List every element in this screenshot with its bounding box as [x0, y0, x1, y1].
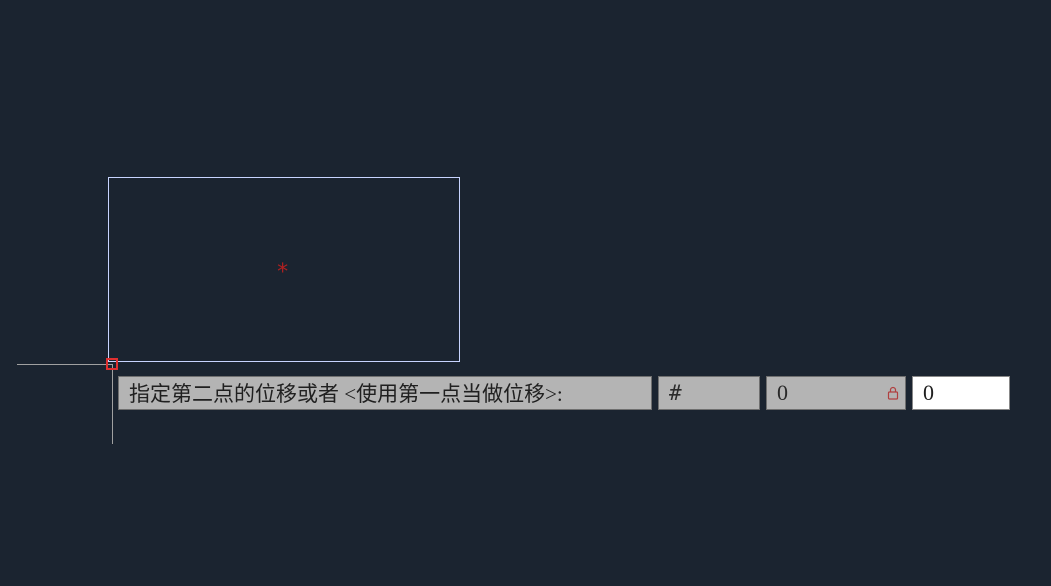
y-distance-input[interactable]: 0	[912, 376, 1010, 410]
crosshair-horizontal	[17, 364, 112, 365]
pickbox	[106, 358, 118, 370]
y-distance-value: 0	[923, 380, 934, 406]
drawing-canvas[interactable]: * 指定第二点的位移或者 <使用第一点当做位移>: # 0 0	[0, 0, 1051, 586]
center-snap-marker: *	[276, 262, 289, 284]
crosshair-vertical	[112, 364, 113, 444]
x-distance-value: 0	[777, 380, 788, 406]
coordinate-mode-indicator: #	[658, 376, 760, 410]
x-distance-input[interactable]: 0	[766, 376, 906, 410]
lock-icon	[887, 386, 899, 400]
dynamic-input-row: 指定第二点的位移或者 <使用第一点当做位移>: # 0 0	[118, 376, 1010, 412]
command-prompt-text: 指定第二点的位移或者 <使用第一点当做位移>:	[118, 376, 652, 410]
